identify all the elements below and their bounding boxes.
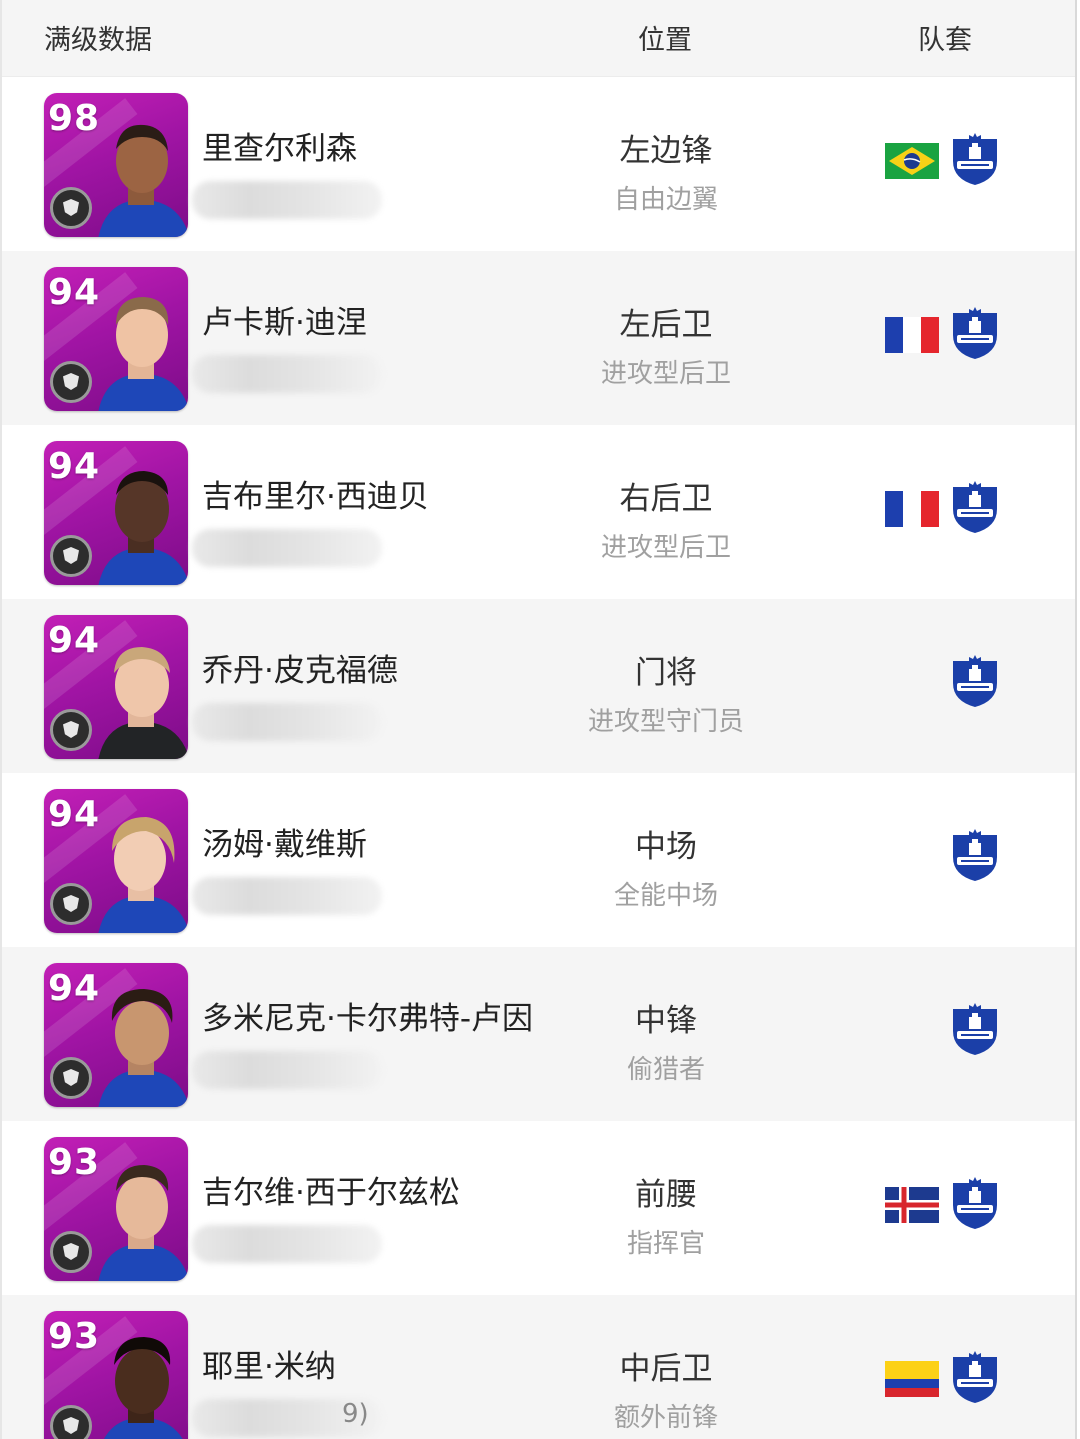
skill-badge-icon (50, 1405, 92, 1439)
player-position: 前腰 (635, 1177, 697, 1213)
player-list-page: 满级数据 位置 队套 98 里查尔利森 左边锋 自由边翼 94 卢卡斯·迪涅 左… (0, 0, 1077, 1439)
everton-crest-icon[interactable] (947, 479, 1003, 535)
player-card[interactable]: 98 (44, 93, 188, 237)
header-kit-label: 队套 (918, 25, 972, 56)
blurred-player-info (192, 529, 382, 567)
player-position: 右后卫 (619, 481, 713, 517)
skill-badge-icon (50, 1231, 92, 1273)
player-card[interactable]: 94 (44, 441, 188, 585)
player-position: 左后卫 (619, 307, 713, 343)
player-card[interactable]: 94 (44, 267, 188, 411)
player-row[interactable]: 94 汤姆·戴维斯 中场 全能中场 (2, 773, 1075, 947)
player-name: 吉尔维·西于尔兹松 (202, 1175, 460, 1211)
player-card[interactable]: 94 (44, 615, 188, 759)
everton-crest-icon[interactable] (947, 1175, 1003, 1231)
blurred-player-info (192, 703, 382, 741)
blurred-player-info (192, 877, 382, 915)
blurred-player-info (192, 355, 382, 393)
blurred-player-info (192, 1225, 382, 1263)
brazil-flag-icon (885, 143, 939, 179)
player-name: 乔丹·皮克福德 (202, 653, 398, 689)
everton-crest-icon[interactable] (947, 1001, 1003, 1057)
player-portrait (98, 124, 188, 237)
player-row[interactable]: 93 吉尔维·西于尔兹松 前腰 指挥官 (2, 1121, 1075, 1295)
skill-badge-icon (50, 883, 92, 925)
player-position: 中后卫 (619, 1351, 713, 1387)
player-name: 汤姆·戴维斯 (202, 827, 367, 863)
player-row[interactable]: 94 吉布里尔·西迪贝 右后卫 进攻型后卫 (2, 425, 1075, 599)
player-portrait (104, 1337, 183, 1439)
player-name: 耶里·米纳 (202, 1349, 336, 1385)
player-name: 吉布里尔·西迪贝 (202, 479, 429, 515)
player-role: 进攻型守门员 (587, 707, 745, 737)
player-row[interactable]: 94 多米尼克·卡尔弗特-卢因 中锋 偷猎者 (2, 947, 1075, 1121)
player-position: 左边锋 (619, 133, 713, 169)
everton-crest-icon[interactable] (947, 131, 1003, 187)
skill-badge-icon (50, 535, 92, 577)
player-role: 额外前锋 (613, 1403, 719, 1433)
player-card[interactable]: 94 (44, 789, 188, 933)
player-role: 偷猎者 (626, 1055, 706, 1085)
player-portrait (98, 989, 188, 1107)
player-name: 卢卡斯·迪涅 (202, 305, 367, 341)
player-card[interactable]: 93 (44, 1137, 188, 1281)
player-row[interactable]: 94 卢卡斯·迪涅 左后卫 进攻型后卫 (2, 251, 1075, 425)
everton-crest-icon[interactable] (947, 1349, 1003, 1405)
player-portrait (98, 471, 188, 585)
player-role: 自由边翼 (613, 185, 719, 215)
player-row[interactable]: 98 里查尔利森 左边锋 自由边翼 (2, 77, 1075, 251)
player-row[interactable]: 93 耶里·米纳 9) 中后卫 额外前锋 (2, 1295, 1075, 1439)
player-role: 指挥官 (626, 1229, 706, 1259)
player-portrait (98, 297, 188, 411)
player-portrait (98, 817, 188, 933)
skill-badge-icon (50, 187, 92, 229)
player-rows: 98 里查尔利森 左边锋 自由边翼 94 卢卡斯·迪涅 左后卫 进攻型后卫 94… (2, 77, 1075, 1439)
skill-badge-icon (50, 709, 92, 751)
player-card[interactable]: 94 (44, 963, 188, 1107)
everton-crest-icon[interactable] (947, 653, 1003, 709)
colombia-flag-icon (885, 1361, 939, 1397)
everton-crest-icon[interactable] (947, 305, 1003, 361)
player-position: 中锋 (635, 1003, 697, 1039)
skill-badge-icon (50, 361, 92, 403)
header-stats-label[interactable]: 满级数据 (44, 18, 152, 57)
blurred-info-tail: 9) (342, 1399, 369, 1429)
player-role: 进攻型后卫 (600, 533, 732, 563)
table-header: 满级数据 位置 队套 (2, 0, 1075, 77)
player-role: 进攻型后卫 (600, 359, 732, 389)
blurred-player-info (192, 1051, 382, 1089)
player-portrait (98, 647, 188, 759)
player-position: 中场 (635, 829, 697, 865)
player-name: 里查尔利森 (202, 131, 357, 167)
france-flag-icon (885, 491, 939, 527)
iceland-flag-icon (885, 1187, 939, 1223)
header-position-label: 位置 (638, 25, 692, 56)
france-flag-icon (885, 317, 939, 353)
skill-badge-icon (50, 1057, 92, 1099)
everton-crest-icon[interactable] (947, 827, 1003, 883)
player-position: 门将 (635, 655, 697, 691)
player-portrait (98, 1165, 188, 1281)
player-card[interactable]: 93 (44, 1311, 188, 1439)
player-role: 全能中场 (613, 881, 719, 911)
blurred-player-info (192, 181, 382, 219)
player-name: 多米尼克·卡尔弗特-卢因 (202, 1001, 534, 1037)
player-row[interactable]: 94 乔丹·皮克福德 门将 进攻型守门员 (2, 599, 1075, 773)
